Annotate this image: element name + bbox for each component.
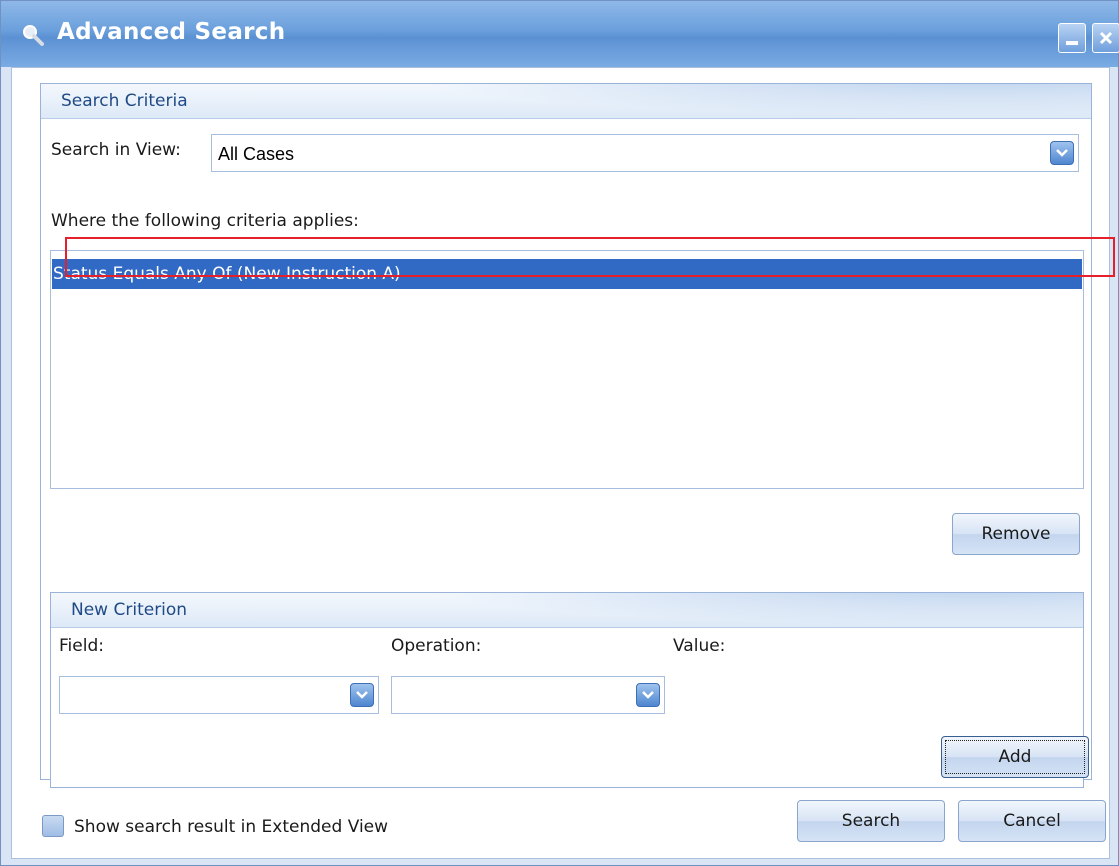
close-button[interactable] — [1092, 23, 1119, 53]
operation-dropdown[interactable] — [391, 676, 665, 714]
dialog-body: Search Criteria Search in View: All Case… — [11, 67, 1110, 859]
new-criterion-title: New Criterion — [71, 600, 188, 620]
new-criterion-header: New Criterion — [51, 593, 1083, 628]
minimize-button[interactable] — [1058, 23, 1086, 53]
value-label: Value: — [673, 636, 726, 656]
new-criterion-group: New Criterion Field: Operation: Value: A… — [50, 592, 1089, 788]
add-button[interactable]: Add — [941, 736, 1089, 778]
list-item[interactable]: Status Equals Any Of (New Instruction A) — [52, 259, 1082, 289]
criteria-list-label: Where the following criteria applies: — [51, 211, 359, 231]
window-title: Advanced Search — [57, 19, 286, 45]
close-icon — [1099, 31, 1113, 45]
search-in-view-value: All Cases — [218, 144, 295, 164]
criteria-list[interactable]: Status Equals Any Of (New Instruction A) — [50, 250, 1084, 489]
remove-button[interactable]: Remove — [952, 513, 1080, 555]
advanced-search-window: Advanced Search Search Criteria Search i… — [0, 0, 1119, 866]
search-criteria-header: Search Criteria — [41, 84, 1091, 119]
search-button[interactable]: Search — [797, 800, 945, 842]
title-bar[interactable]: Advanced Search — [1, 1, 1119, 67]
search-criteria-title: Search Criteria — [61, 91, 188, 111]
extended-view-checkbox[interactable] — [42, 815, 64, 837]
chevron-down-icon[interactable] — [1050, 141, 1074, 165]
field-label: Field: — [59, 636, 104, 656]
magnifier-icon — [23, 25, 44, 46]
chevron-down-icon[interactable] — [350, 683, 374, 707]
chevron-down-icon[interactable] — [636, 683, 660, 707]
search-in-view-label: Search in View: — [51, 140, 181, 160]
cancel-button[interactable]: Cancel — [958, 800, 1106, 842]
operation-label: Operation: — [391, 636, 482, 656]
search-in-view-dropdown[interactable]: All Cases — [211, 134, 1079, 172]
field-dropdown[interactable] — [59, 676, 379, 714]
extended-view-label[interactable]: Show search result in Extended View — [74, 817, 388, 837]
search-criteria-group: Search Criteria Search in View: All Case… — [40, 83, 1092, 788]
